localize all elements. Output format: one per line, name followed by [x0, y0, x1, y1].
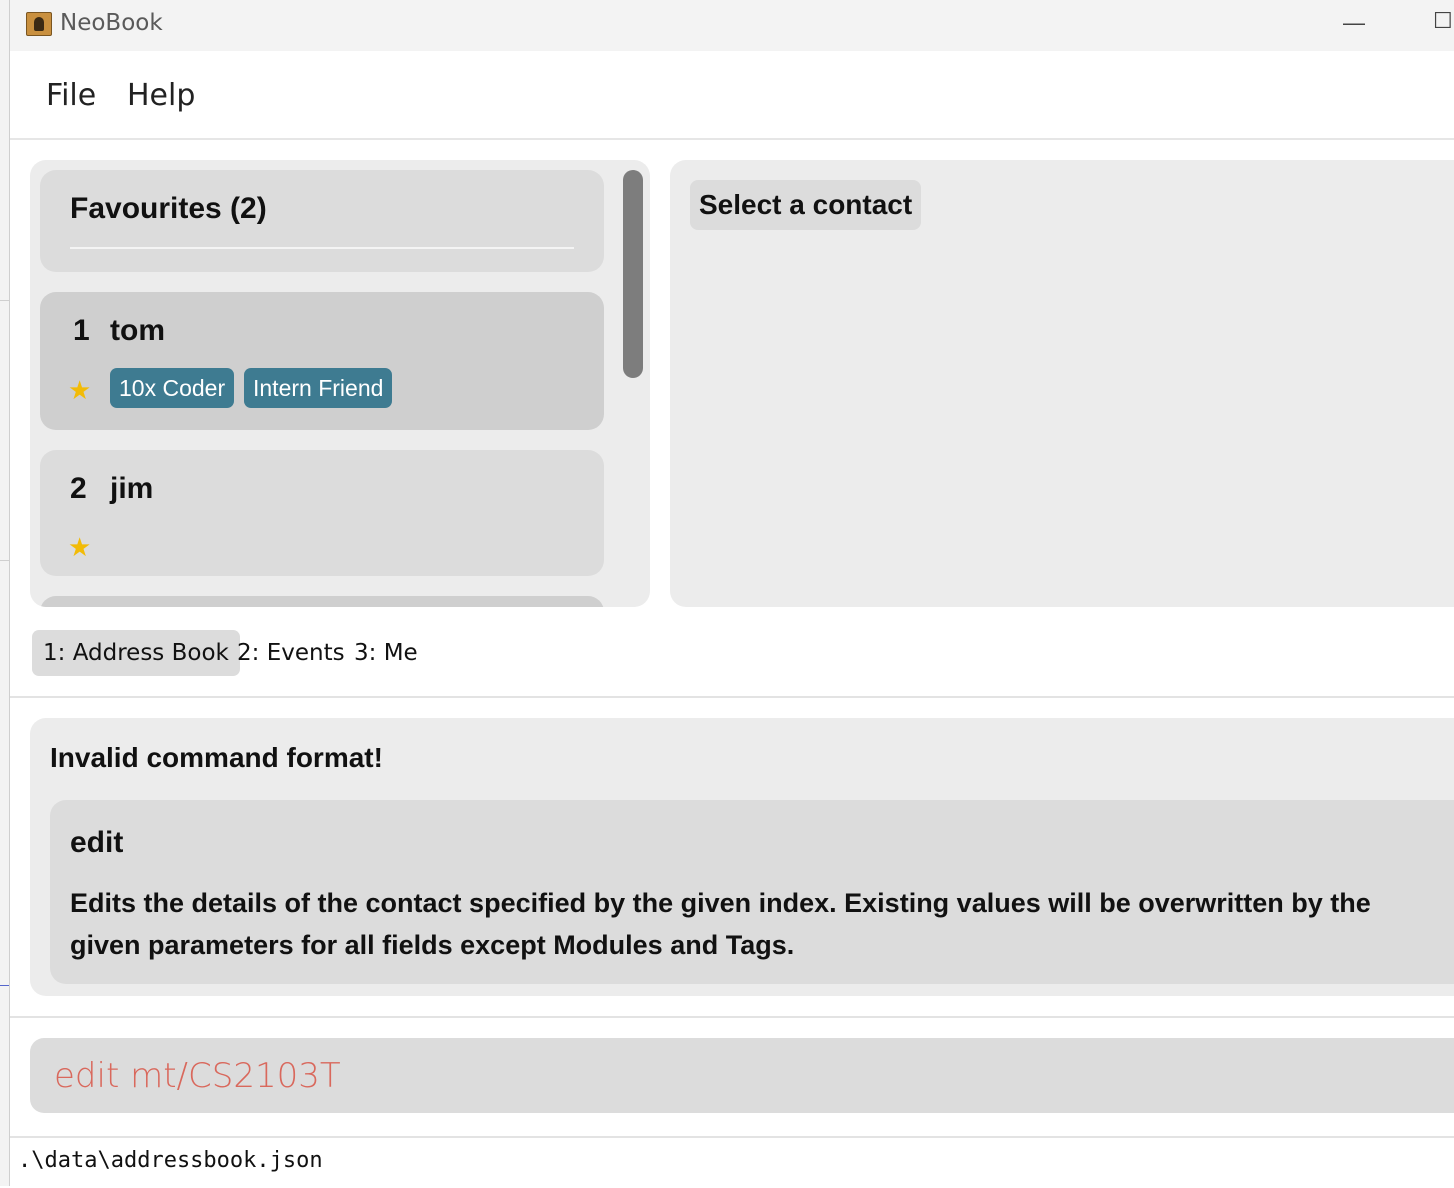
- minimize-button[interactable]: —: [1343, 10, 1365, 36]
- menu-help[interactable]: Help: [127, 78, 195, 113]
- favourite-star-icon: ★: [68, 532, 92, 562]
- menu-file[interactable]: File: [46, 78, 96, 113]
- result-divider: [10, 1016, 1454, 1018]
- contact-card-partial[interactable]: [40, 596, 604, 607]
- favourites-header: Favourites (2): [40, 170, 604, 272]
- tab-events[interactable]: 2: Events: [226, 630, 356, 676]
- favourites-title: Favourites (2): [70, 192, 267, 225]
- data-file-path: .\data\addressbook.json: [18, 1148, 323, 1173]
- tab-divider: [10, 696, 1454, 698]
- help-command-description: Edits the details of the contact specifi…: [70, 888, 1371, 960]
- contact-index: 1: [73, 314, 90, 347]
- title-bar[interactable]: NeoBook — ☐: [10, 0, 1454, 51]
- contact-card-tom[interactable]: 1 tom ★ 10x Coder Intern Friend: [40, 292, 604, 430]
- contact-index: 2: [70, 472, 87, 505]
- tag-badge: Intern Friend: [244, 368, 393, 408]
- tag-badge: 10x Coder: [110, 368, 235, 408]
- desktop-background-edge: [0, 0, 9, 1186]
- status-bar: .\data\addressbook.json: [10, 1136, 1454, 1188]
- select-contact-label: Select a contact: [690, 180, 922, 230]
- favourites-divider: [70, 247, 574, 249]
- help-command-name: edit: [70, 826, 124, 859]
- contact-card-jim[interactable]: 2 jim ★: [40, 450, 604, 576]
- list-scrollbar[interactable]: [623, 170, 643, 378]
- window-title: NeoBook: [60, 10, 163, 36]
- maximize-button[interactable]: ☐: [1433, 8, 1453, 34]
- contact-detail-panel: Select a contact: [670, 160, 1454, 607]
- result-title: Invalid command format!: [50, 742, 383, 773]
- contact-name: tom: [110, 314, 165, 347]
- result-display: Invalid command format! edit Edits the d…: [30, 718, 1454, 996]
- command-help-box: edit Edits the details of the contact sp…: [50, 800, 1454, 984]
- tab-address-book[interactable]: 1: Address Book: [32, 630, 240, 676]
- contact-list-panel[interactable]: Favourites (2) 1 tom ★ 10x Coder Intern …: [30, 160, 650, 607]
- address-book-icon: [26, 12, 52, 36]
- menu-bar: File Help: [10, 51, 1454, 140]
- command-input[interactable]: [30, 1038, 1454, 1113]
- contact-name: jim: [110, 472, 154, 505]
- app-window: NeoBook — ☐ File Help Favourites (2) 1 t…: [9, 0, 1454, 1188]
- favourite-star-icon: ★: [68, 375, 92, 405]
- tab-me[interactable]: 3: Me: [343, 630, 429, 676]
